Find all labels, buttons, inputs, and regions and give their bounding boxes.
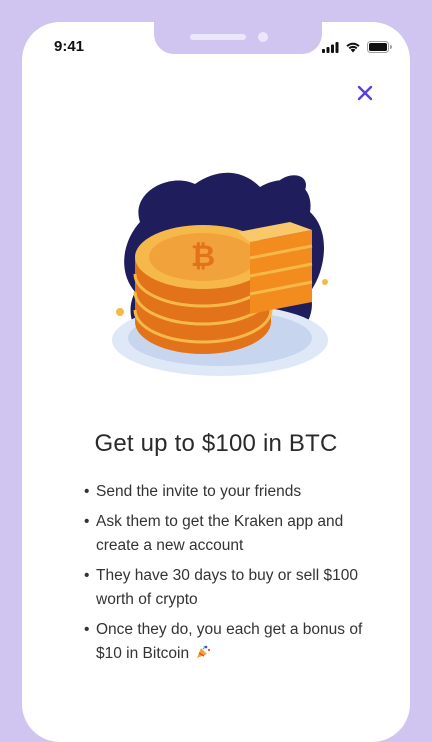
app-screen: 9:41 ₿ Get up to $100 in BTC • Send the … <box>22 22 410 742</box>
promo-bullet-list: Send the invite to your friends Ask them… <box>84 480 374 674</box>
list-item: Send the invite to your friends <box>84 480 374 504</box>
list-item: Once they do, you each get a bonus of $1… <box>84 618 374 668</box>
wifi-icon <box>345 40 361 58</box>
close-icon <box>357 85 373 101</box>
status-time: 9:41 <box>54 38 85 55</box>
battery-icon <box>367 40 392 58</box>
list-item: They have 30 days to buy or sell $100 wo… <box>84 564 374 612</box>
promo-title: Get up to $100 in BTC <box>94 430 338 457</box>
phone-frame: 9:41 ₿ Get up to $100 in BTC • Send the … <box>0 0 432 742</box>
list-item: Ask them to get the Kraken app and creat… <box>84 510 374 558</box>
device-notch <box>154 22 322 54</box>
status-icons <box>322 40 392 58</box>
camera-dot <box>258 32 268 42</box>
close-button[interactable] <box>354 82 376 104</box>
party-popper-icon <box>195 644 211 668</box>
bitcoin-cake-illustration: ₿ <box>100 162 340 402</box>
signal-icon <box>322 40 339 58</box>
svg-text:₿: ₿ <box>191 239 215 274</box>
speaker-grille <box>190 34 246 40</box>
